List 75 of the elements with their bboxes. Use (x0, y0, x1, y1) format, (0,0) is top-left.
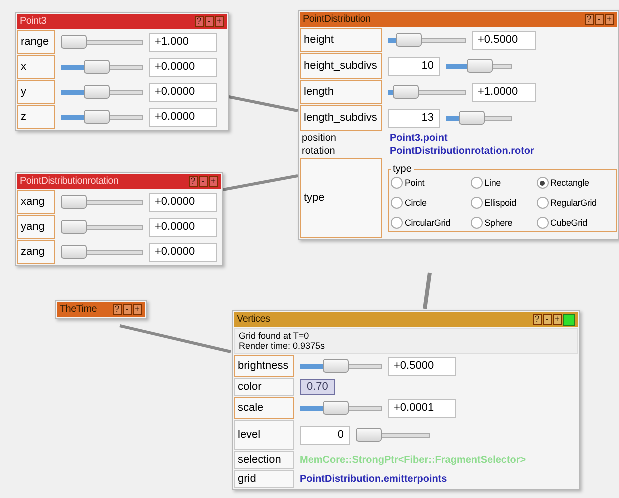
connection-link[interactable]: PointDistribution.emitterpoints (300, 474, 448, 484)
header-button[interactable]: - (204, 16, 214, 27)
value-field[interactable]: +0.0000 (149, 242, 217, 262)
number-field[interactable]: 0 (300, 426, 350, 444)
parameter-label: rotation (301, 146, 336, 156)
parameter-label: xang (17, 190, 55, 214)
parameter-label: level (234, 420, 294, 450)
value-field[interactable]: +0.0000 (149, 108, 217, 126)
value-field[interactable]: +0.0000 (149, 58, 217, 76)
header-button[interactable]: ? (532, 314, 542, 325)
parameter-label: length_subdivs (300, 105, 382, 131)
header-button[interactable]: - (198, 176, 208, 187)
parameter-label: y (17, 80, 55, 104)
header-button[interactable]: ? (584, 14, 594, 25)
radio-option[interactable]: Line (470, 177, 534, 189)
number-field[interactable]: 10 (388, 56, 440, 76)
value-field[interactable]: +0.0000 (149, 192, 217, 212)
node-header[interactable]: PointDistribution ? - + (300, 12, 617, 27)
radio-option[interactable]: Rectangle (536, 177, 614, 189)
node-title: Point3 (20, 16, 48, 27)
group-title: type (392, 164, 413, 175)
header-button[interactable]: ? (112, 304, 122, 315)
header-button[interactable]: ? (194, 16, 204, 27)
parameter-label: range (17, 30, 55, 54)
parameter-label: height_subdivs (300, 53, 382, 79)
color-swatch[interactable]: 0.70 (300, 379, 336, 395)
value-field[interactable]: +0.5000 (388, 356, 456, 376)
header-button[interactable]: + (604, 14, 614, 25)
node-title: PointDistributionrotation (20, 176, 120, 187)
header-button[interactable]: + (552, 314, 562, 325)
parameter-label: z (17, 105, 55, 129)
parameter-label: height (300, 28, 382, 52)
node-title: TheTime (60, 304, 98, 315)
radio-option[interactable]: Circle (391, 197, 468, 209)
header-button[interactable]: + (214, 16, 224, 27)
radio-option[interactable]: Point (391, 177, 468, 189)
parameter-label: position (301, 132, 338, 144)
parameter-label: color (234, 378, 294, 396)
info-text: Render time: 0.9375s (239, 341, 326, 351)
parameter-label: brightness (234, 355, 294, 377)
header-button[interactable]: - (542, 314, 552, 325)
header-button[interactable]: + (208, 176, 218, 187)
header-button[interactable]: + (132, 304, 142, 315)
radio-option[interactable]: Ellispoid (470, 197, 534, 209)
value-field[interactable]: +0.0000 (149, 82, 217, 102)
parameter-label: selection (234, 451, 294, 469)
radio-option[interactable]: CubeGrid (536, 217, 614, 229)
parameter-label: yang (17, 215, 55, 239)
node-header[interactable]: TheTime ? - + (57, 302, 145, 317)
radio-option[interactable]: Sphere (470, 217, 534, 229)
value-field[interactable]: +1.000 (149, 32, 217, 52)
node-title: PointDistribution (303, 14, 372, 25)
number-field[interactable]: 13 (388, 108, 440, 128)
parameter-label: scale (234, 397, 294, 419)
header-button[interactable]: ? (188, 176, 198, 187)
connection-link[interactable]: Point3.point (390, 132, 448, 144)
radio-option[interactable]: RegularGrid (536, 197, 614, 209)
node-header[interactable]: PointDistributionrotation ? - + (17, 174, 221, 189)
header-button[interactable]: - (122, 304, 132, 315)
parameter-label: grid (234, 470, 294, 488)
radio-option[interactable]: CircularGrid (391, 217, 468, 229)
parameter-label: x (17, 55, 55, 79)
node-title: Vertices (237, 314, 272, 325)
value-field[interactable]: +0.0000 (149, 218, 217, 236)
value-field[interactable]: +0.5000 (472, 30, 536, 50)
parameter-label: zang (17, 240, 55, 264)
node-header[interactable]: Vertices ? - + (234, 312, 578, 327)
connection-link[interactable]: PointDistributionrotation.rotor (390, 146, 534, 156)
parameter-label: type (300, 158, 382, 238)
info-text: Grid found at T=0 (239, 331, 310, 341)
node-header[interactable]: Point3 ? - + (17, 14, 227, 29)
header-button[interactable]: - (594, 14, 604, 25)
parameter-label: length (300, 80, 382, 104)
value-field[interactable]: +1.0000 (472, 82, 536, 102)
value-field[interactable]: +0.0001 (388, 398, 456, 418)
